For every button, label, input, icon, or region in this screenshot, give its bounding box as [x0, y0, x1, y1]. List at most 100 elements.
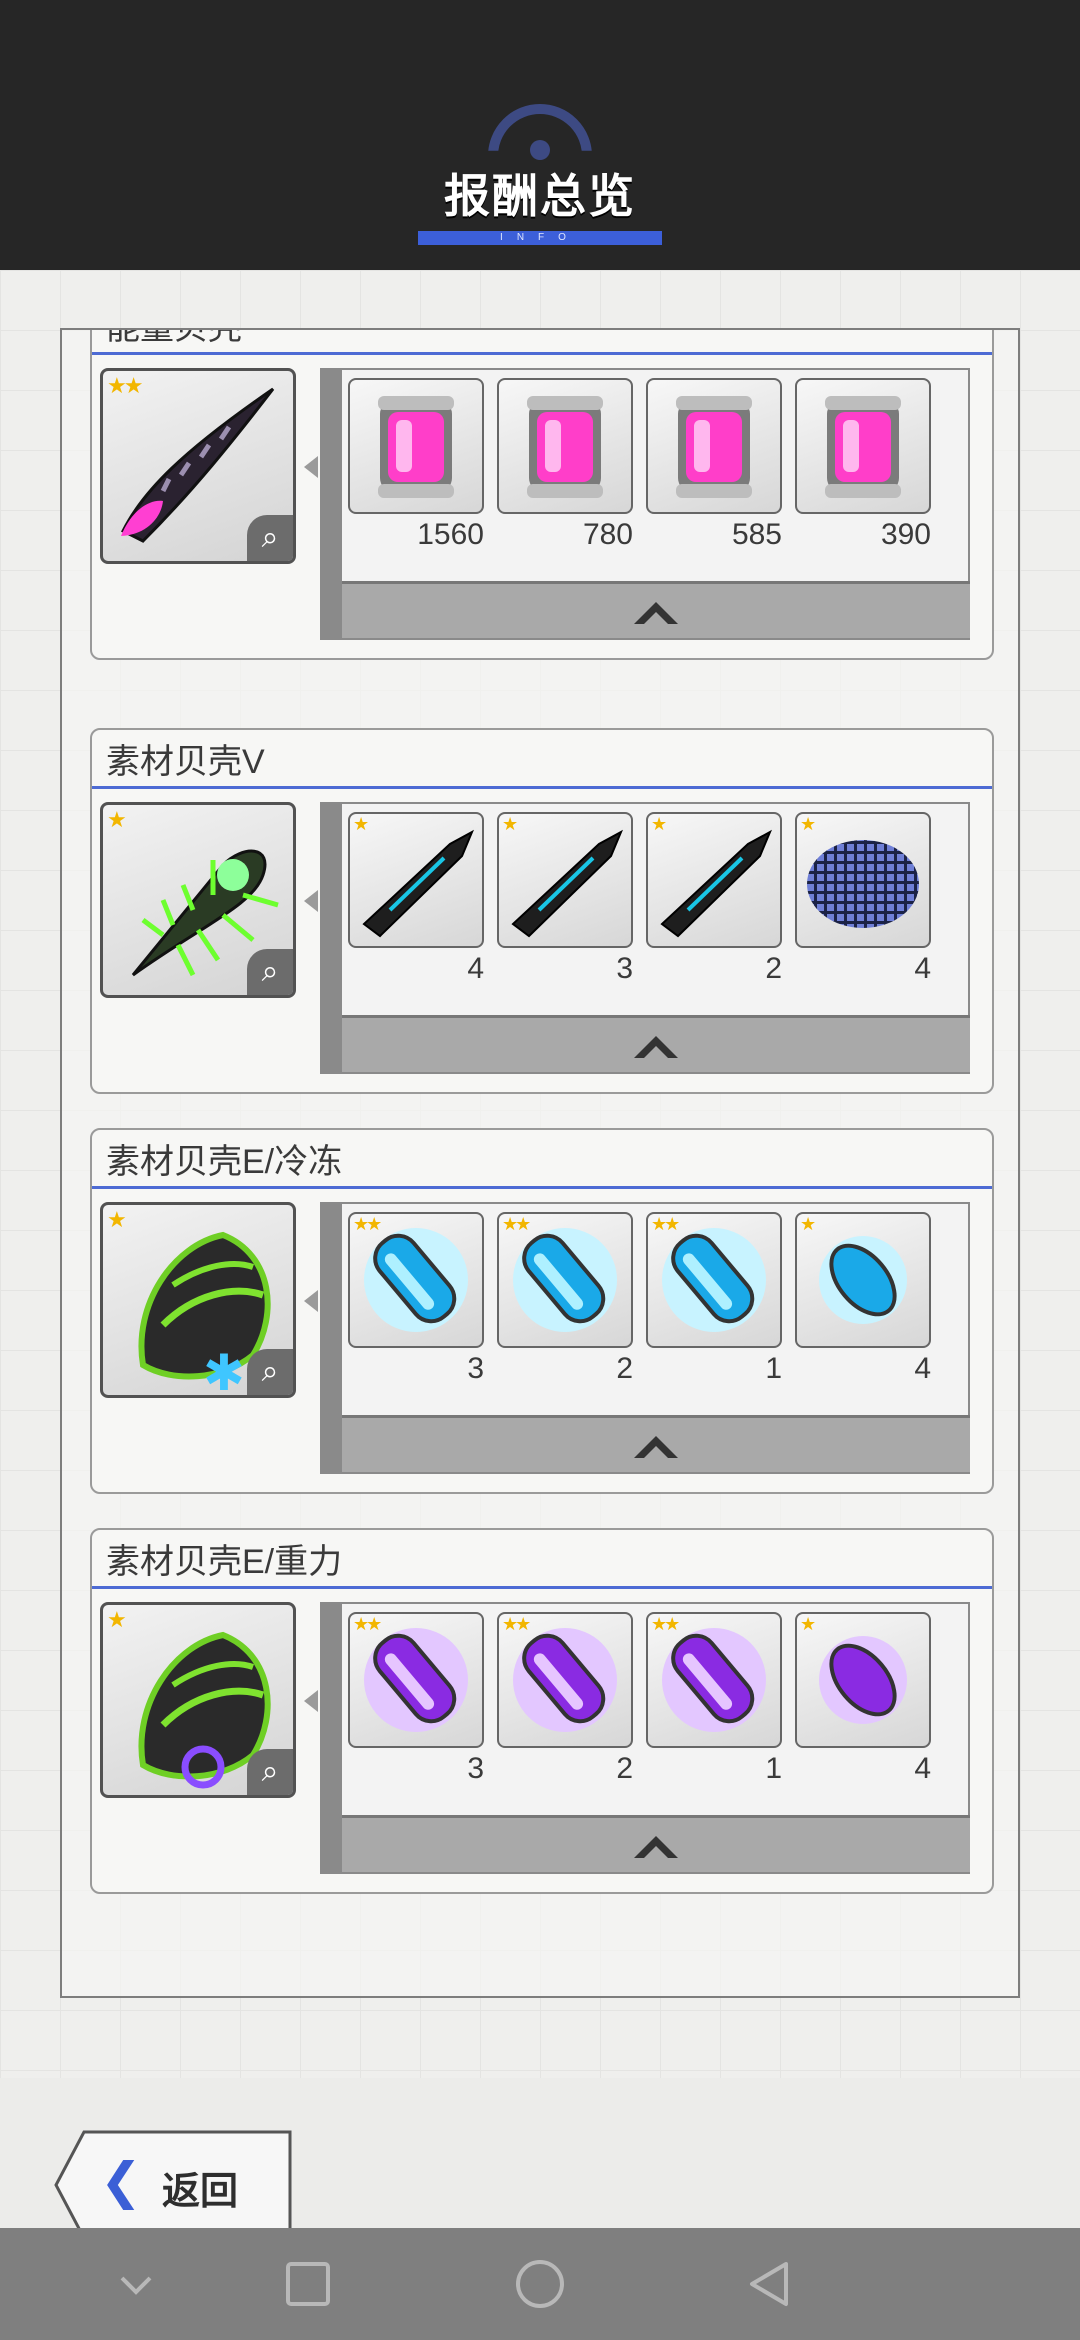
magnify-icon[interactable]: ⌕	[247, 949, 293, 995]
reward-quantity: 4	[914, 1352, 931, 1385]
reward-slot[interactable]: ★★	[348, 1212, 484, 1348]
mesh-plate-icon	[807, 840, 919, 928]
star-icon: ★★	[353, 1214, 382, 1234]
reward-slot[interactable]: ★★	[497, 1212, 633, 1348]
back-button[interactable]: ❮ 返回	[54, 2130, 294, 2240]
reward-card: 素材贝壳V ★ ⌕ ★ 4 ★ 3 ★ 2 ★ 4	[90, 728, 994, 1094]
reward-slot[interactable]	[795, 378, 931, 514]
small-purple-capsule-icon	[819, 1636, 907, 1724]
reward-slot[interactable]: ★	[497, 812, 633, 948]
back-nav-icon[interactable]	[742, 2256, 798, 2312]
dark-blade-part-icon	[660, 829, 773, 938]
page-title: 报酬总览	[444, 170, 636, 222]
reward-panel: ★ 4 ★ 3 ★ 2 ★ 4	[320, 802, 970, 1074]
main-item[interactable]: ★ ⌕	[100, 802, 296, 998]
card-divider	[92, 1586, 992, 1589]
pointer-arrow	[304, 456, 318, 478]
star-icon: ★	[353, 814, 369, 834]
reward-slot[interactable]	[497, 378, 633, 514]
reward-slot[interactable]: ★★	[646, 1212, 782, 1348]
collapse-button[interactable]	[342, 1415, 970, 1472]
reward-slot[interactable]	[646, 378, 782, 514]
reward-panel: ★★ 3 ★★ 2 ★★ 1 ★ 4	[320, 1202, 970, 1474]
reward-quantity: 3	[467, 1352, 484, 1385]
reward-slot[interactable]: ★★	[497, 1612, 633, 1748]
star-icon: ★	[107, 807, 127, 832]
pink-energy-canister-icon	[527, 396, 603, 498]
star-icon: ★★	[353, 1614, 382, 1634]
main-item[interactable]: ★ ✱ ⌕	[100, 1202, 296, 1398]
reward-slot[interactable]: ★	[348, 812, 484, 948]
card-title: 素材贝壳E/重力	[106, 1543, 343, 1581]
small-blue-capsule-icon	[819, 1236, 907, 1324]
star-icon: ★	[651, 814, 667, 834]
chevron-up-icon	[634, 1836, 678, 1858]
info-icon-dot	[530, 140, 550, 160]
pink-energy-canister-icon	[825, 396, 901, 498]
chevron-down-icon[interactable]	[108, 2256, 164, 2312]
recent-apps-icon[interactable]	[280, 2256, 336, 2312]
reward-slot[interactable]: ★★	[348, 1612, 484, 1748]
pointer-arrow	[304, 1690, 318, 1712]
card-title: 能量贝壳	[106, 328, 242, 347]
chevron-up-icon	[634, 602, 678, 624]
reward-quantity: 2	[616, 1752, 633, 1785]
dark-blade-part-icon	[511, 829, 624, 938]
magnify-icon[interactable]: ⌕	[247, 515, 293, 561]
chevron-up-icon	[634, 1436, 678, 1458]
reward-quantity: 3	[616, 952, 633, 985]
star-icon: ★	[502, 814, 518, 834]
star-icon: ★	[800, 1614, 816, 1634]
reward-quantity: 390	[880, 518, 931, 551]
reward-quantity: 3	[467, 1752, 484, 1785]
reward-panel: ★★ 3 ★★ 2 ★★ 1 ★ 4	[320, 1602, 970, 1874]
back-label: 返回	[162, 2171, 239, 2213]
reward-quantity: 4	[467, 952, 484, 985]
chevron-up-icon	[634, 1036, 678, 1058]
main-item[interactable]: ★ ⌕	[100, 1602, 296, 1798]
pink-energy-canister-icon	[676, 396, 752, 498]
reward-slot[interactable]	[348, 378, 484, 514]
main-item[interactable]: ★★ ⌕	[100, 368, 296, 564]
reward-quantity: 2	[765, 952, 782, 985]
home-icon[interactable]	[512, 2256, 568, 2312]
star-icon: ★★	[502, 1214, 531, 1234]
reward-slot[interactable]: ★	[795, 1612, 931, 1748]
star-icon: ★★	[651, 1614, 680, 1634]
reward-quantity: 1	[765, 1752, 782, 1785]
reward-card: 素材贝壳E/重力 ★ ⌕ ★★ 3 ★★ 2 ★★ 1 ★ 4	[90, 1528, 994, 1894]
reward-slot[interactable]: ★	[646, 812, 782, 948]
collapse-button[interactable]	[342, 1815, 970, 1872]
reward-quantity: 780	[582, 518, 633, 551]
page-subtitle: INFO	[500, 232, 580, 243]
system-navigation-bar	[0, 2228, 1080, 2340]
collapse-button[interactable]	[342, 581, 970, 638]
reward-slot[interactable]: ★★	[646, 1612, 782, 1748]
reward-slot[interactable]: ★	[795, 812, 931, 948]
card-divider	[92, 786, 992, 789]
reward-card: 能量贝壳 ★★ ⌕ 1560 780 585 390	[90, 328, 994, 660]
reward-quantity: 4	[914, 952, 931, 985]
star-icon: ★	[107, 1607, 127, 1632]
svg-text:✱: ✱	[203, 1344, 245, 1395]
reward-list-frame[interactable]: 能量贝壳 ★★ ⌕ 1560 780 585 390 素材贝壳V ★ ⌕ ★ 4…	[60, 328, 1020, 1998]
dark-blade-part-icon	[362, 829, 475, 938]
star-icon: ★	[800, 814, 816, 834]
magnify-icon[interactable]: ⌕	[247, 1349, 293, 1395]
star-icon: ★★	[107, 373, 143, 398]
star-icon: ★★	[502, 1614, 531, 1634]
header: 报酬总览 INFO	[0, 0, 1080, 270]
magnify-icon[interactable]: ⌕	[247, 1749, 293, 1795]
pointer-arrow	[304, 1290, 318, 1312]
reward-quantity: 585	[731, 518, 782, 551]
star-icon: ★★	[651, 1214, 680, 1234]
card-title: 素材贝壳V	[106, 743, 265, 781]
pink-energy-canister-icon	[378, 396, 454, 498]
card-divider	[92, 1186, 992, 1189]
reward-panel: 1560 780 585 390	[320, 368, 970, 640]
reward-card: 素材贝壳E/冷冻 ★ ✱ ⌕ ★★ 3 ★★ 2 ★★ 1 ★ 4	[90, 1128, 994, 1494]
star-icon: ★	[107, 1207, 127, 1232]
collapse-button[interactable]	[342, 1015, 970, 1072]
reward-slot[interactable]: ★	[795, 1212, 931, 1348]
card-title: 素材贝壳E/冷冻	[106, 1143, 343, 1181]
